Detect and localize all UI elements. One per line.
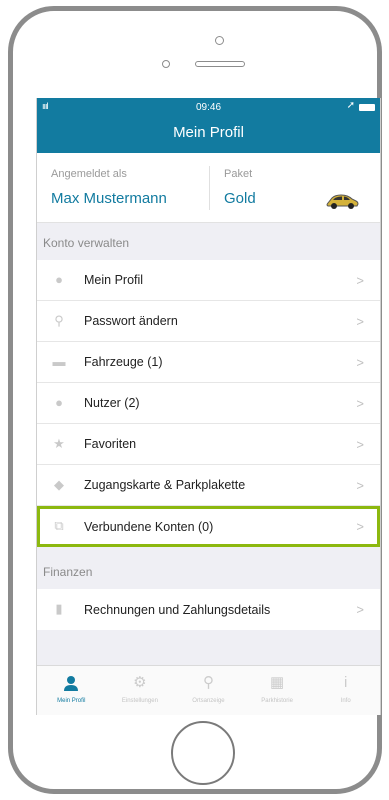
document-icon: ▮ — [55, 601, 63, 616]
tab-label: Info — [340, 698, 351, 704]
user-name: Max Mustermann — [51, 190, 167, 207]
package-label: Paket — [224, 168, 253, 180]
link-icon: ⧉ — [54, 518, 64, 533]
chevron-right-icon: > — [356, 477, 364, 493]
tab-label: Einstellungen — [121, 698, 158, 704]
logged-in-label: Angemeldet als — [51, 168, 127, 180]
info-icon: i — [344, 674, 348, 691]
menu-item-mein-profil[interactable]: ● Mein Profil > — [37, 260, 380, 301]
menu-item-label: Fahrzeuge (1) — [84, 355, 163, 369]
chevron-right-icon: > — [356, 354, 364, 370]
calendar-icon: ▦ — [269, 674, 285, 691]
car-icon — [326, 194, 359, 209]
menu-item-label: Verbundene Konten (0) — [84, 519, 214, 534]
divider — [209, 166, 210, 210]
section-header-account: Konto verwalten — [43, 236, 130, 250]
home-button[interactable] — [171, 721, 235, 785]
chevron-right-icon: > — [356, 313, 364, 329]
chevron-right-icon: > — [356, 395, 364, 411]
menu-item-label: Mein Profil — [84, 273, 144, 287]
chevron-right-icon: > — [356, 519, 364, 534]
chevron-right-icon: > — [356, 602, 364, 617]
profile-icon — [61, 674, 81, 692]
users-icon: ● — [55, 395, 63, 410]
star-icon: ★ — [53, 436, 65, 451]
chevron-right-icon: > — [356, 272, 364, 288]
finance-list: ▮ Rechnungen und Zahlungsdetails > — [37, 589, 380, 630]
speaker-grille — [195, 61, 245, 67]
page-title: Mein Profil — [173, 124, 244, 141]
tab-info[interactable]: i Info — [311, 666, 380, 715]
section-header-finance: Finanzen — [43, 565, 93, 579]
tab-label: Parkhistorie — [261, 698, 293, 704]
battery-icon — [359, 104, 375, 111]
tab-einstellungen[interactable]: ⚙ Einstellungen — [106, 666, 175, 715]
gear-icon: ⚙ — [133, 674, 147, 691]
status-time: 09:46 — [195, 102, 222, 113]
key-icon: ⚲ — [54, 313, 64, 328]
tab-ortsanzeige[interactable]: ⚲ Ortsanzeige — [174, 666, 243, 715]
location-pin-icon: ⚲ — [202, 674, 214, 691]
menu-item-verbundene-konten[interactable]: ⧉ Verbundene Konten (0) > — [37, 506, 380, 547]
menu-item-zugangskarte[interactable]: ◆ Zugangskarte & Parkplakette > — [37, 465, 380, 506]
account-summary: Angemeldet als Max Mustermann Paket Gold — [37, 153, 380, 223]
app-screen: ıııl 09:46 ➚ Mein Profil Angemeldet als … — [36, 98, 381, 715]
tab-label: Mein Profil — [57, 698, 86, 704]
menu-item-favoriten[interactable]: ★ Favoriten > — [37, 424, 380, 465]
car-icon: ▬ — [52, 354, 66, 369]
card-icon: ◆ — [54, 477, 64, 492]
account-list: ● Mein Profil > ⚲ Passwort ändern > ▬ Fa… — [37, 260, 380, 547]
menu-item-rechnungen[interactable]: ▮ Rechnungen und Zahlungsdetails > — [37, 589, 380, 630]
location-arrow-icon: ➚ — [346, 100, 355, 111]
chevron-right-icon: > — [356, 436, 364, 452]
tab-label: Ortsanzeige — [192, 698, 225, 704]
camera-icon — [215, 36, 224, 45]
menu-item-nutzer[interactable]: ● Nutzer (2) > — [37, 383, 380, 424]
package-value: Gold — [224, 190, 256, 207]
menu-item-label: Rechnungen und Zahlungsdetails — [84, 602, 271, 617]
menu-item-label: Passwort ändern — [84, 314, 178, 328]
menu-item-label: Nutzer (2) — [84, 396, 140, 410]
menu-item-fahrzeuge[interactable]: ▬ Fahrzeuge (1) > — [37, 342, 380, 383]
tab-bar: Mein Profil ⚙ Einstellungen ⚲ Ortsanzeig… — [37, 665, 380, 715]
status-bar: ıııl 09:46 ➚ — [37, 98, 380, 116]
menu-item-passwort[interactable]: ⚲ Passwort ändern > — [37, 301, 380, 342]
menu-item-label: Favoriten — [84, 437, 137, 451]
person-icon: ● — [55, 272, 63, 287]
tab-mein-profil[interactable]: Mein Profil — [37, 666, 106, 715]
app-header: ıııl 09:46 ➚ Mein Profil — [37, 98, 380, 153]
sensor-icon — [162, 60, 170, 68]
menu-item-label: Zugangskarte & Parkplakette — [84, 478, 246, 492]
tab-parkhistorie[interactable]: ▦ Parkhistorie — [243, 666, 312, 715]
